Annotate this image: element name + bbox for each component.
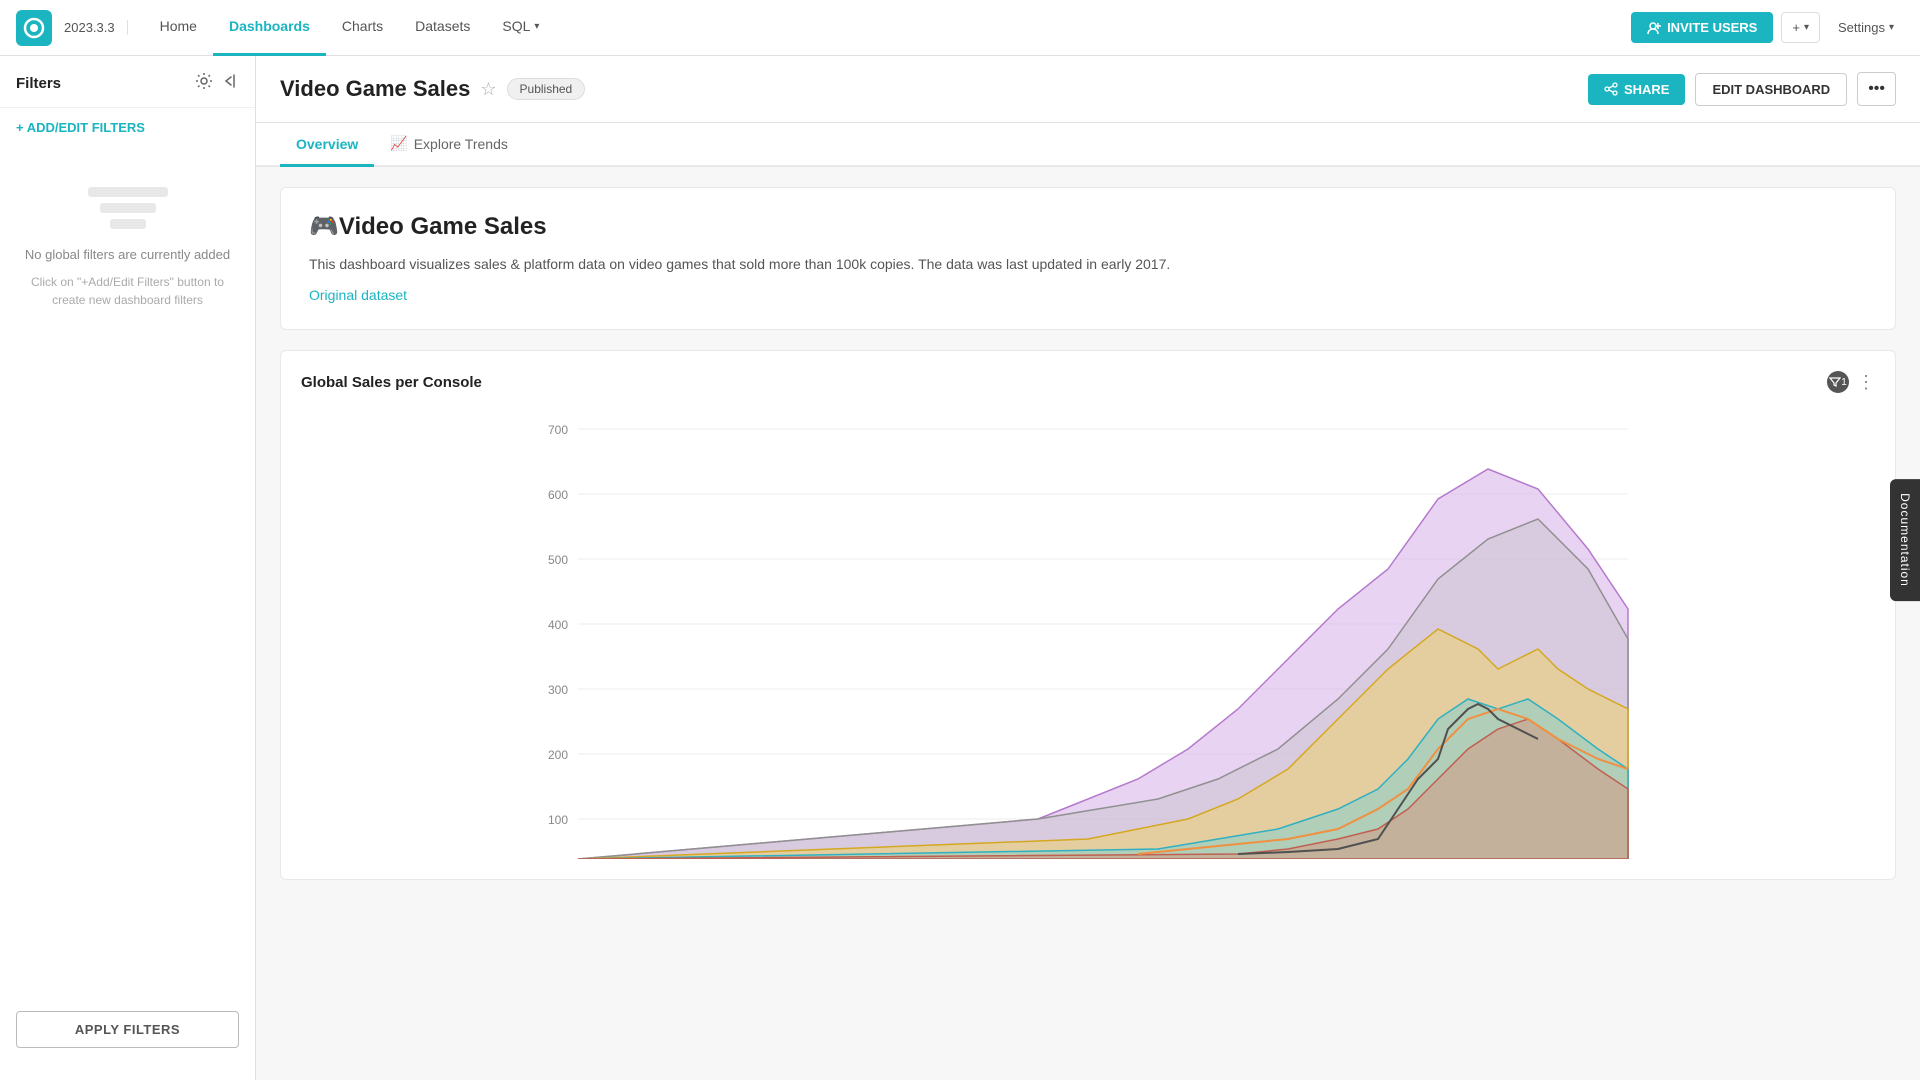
sidebar-settings-icon[interactable]: [195, 72, 213, 95]
sidebar-bottom: APPLY FILTERS: [0, 995, 255, 1064]
topnav: 2023.3.3 Home Dashboards Charts Datasets…: [0, 0, 1920, 56]
nav-datasets[interactable]: Datasets: [399, 0, 486, 56]
nav-items: Home Dashboards Charts Datasets SQL ▾: [144, 0, 1631, 56]
chart-filter-badge[interactable]: 1: [1827, 371, 1849, 393]
nav-charts[interactable]: Charts: [326, 0, 399, 56]
invite-users-button[interactable]: INVITE USERS: [1631, 12, 1773, 43]
share-icon: [1604, 82, 1618, 96]
info-card-desc: This dashboard visualizes sales & platfo…: [309, 253, 1867, 275]
dashboard-header: Video Game Sales ☆ Published SHARE EDIT …: [256, 56, 1920, 123]
svg-text:100: 100: [548, 813, 568, 827]
app-version: 2023.3.3: [60, 20, 128, 35]
sidebar: Filters + ADD/EDIT FILTERS: [0, 56, 256, 1080]
chart-more-button[interactable]: ⋮: [1857, 372, 1875, 393]
info-card-title: 🎮Video Game Sales: [309, 212, 1867, 241]
nav-right: INVITE USERS + ▾ Settings ▾: [1631, 12, 1904, 43]
filter-icon: [1829, 376, 1841, 388]
empty-bar-2: [100, 203, 156, 213]
dashboard-title: Video Game Sales: [280, 76, 470, 102]
chart-title: Global Sales per Console: [301, 374, 482, 391]
chart-actions: 1 ⋮: [1827, 371, 1875, 393]
favorite-star-icon[interactable]: ☆: [480, 79, 496, 100]
plus-chevron-icon: ▾: [1804, 22, 1809, 33]
sidebar-header: Filters: [0, 72, 255, 108]
settings-chevron-icon: ▾: [1889, 22, 1894, 33]
add-edit-filters-button[interactable]: + ADD/EDIT FILTERS: [0, 108, 255, 147]
nav-sql[interactable]: SQL ▾: [486, 0, 555, 56]
share-button[interactable]: SHARE: [1588, 74, 1686, 105]
apply-filters-button[interactable]: APPLY FILTERS: [16, 1011, 239, 1048]
dashboard-content: 🎮Video Game Sales This dashboard visuali…: [256, 167, 1920, 900]
sidebar-icons: [195, 72, 239, 95]
sidebar-collapse-icon[interactable]: [221, 72, 239, 95]
info-card: 🎮Video Game Sales This dashboard visuali…: [280, 187, 1896, 330]
svg-text:200: 200: [548, 748, 568, 762]
published-badge: Published: [507, 78, 586, 100]
tab-overview[interactable]: Overview: [280, 123, 374, 167]
brand-icon: [16, 10, 52, 46]
settings-button[interactable]: Settings ▾: [1828, 13, 1904, 42]
chart-card-header: Global Sales per Console 1 ⋮: [301, 371, 1875, 393]
nav-dashboards[interactable]: Dashboards: [213, 0, 326, 56]
invite-icon: [1647, 21, 1661, 35]
sidebar-empty-hint: Click on "+Add/Edit Filters" button to c…: [20, 273, 235, 309]
sidebar-empty-state: No global filters are currently added Cl…: [0, 147, 255, 591]
main-layout: Filters + ADD/EDIT FILTERS: [0, 56, 1920, 1080]
chart-card: Global Sales per Console 1 ⋮: [280, 350, 1896, 880]
empty-bar-3: [110, 219, 146, 229]
svg-text:400: 400: [548, 618, 568, 632]
brand-logo[interactable]: 2023.3.3: [16, 10, 128, 46]
original-dataset-link[interactable]: Original dataset: [309, 287, 407, 303]
svg-text:700: 700: [548, 423, 568, 437]
more-options-button[interactable]: •••: [1857, 72, 1896, 106]
svg-text:600: 600: [548, 488, 568, 502]
documentation-tab[interactable]: Documentation: [1890, 479, 1920, 601]
svg-text:500: 500: [548, 553, 568, 567]
chart-area: 700 600 500 400 300 200 100: [301, 409, 1875, 859]
sidebar-empty-text: No global filters are currently added: [25, 245, 230, 265]
explore-trends-icon: 📈: [390, 135, 407, 152]
dashboard-title-row: Video Game Sales ☆ Published: [280, 76, 585, 102]
content-area: Video Game Sales ☆ Published SHARE EDIT …: [256, 56, 1920, 1080]
empty-state-icon: [88, 187, 168, 229]
sidebar-title: Filters: [16, 75, 61, 92]
chart-svg: 700 600 500 400 300 200 100: [301, 409, 1875, 859]
dashboard-actions: SHARE EDIT DASHBOARD •••: [1588, 72, 1896, 106]
svg-text:300: 300: [548, 683, 568, 697]
empty-bar-1: [88, 187, 168, 197]
sql-chevron-icon: ▾: [534, 21, 539, 32]
tab-explore-trends[interactable]: 📈 Explore Trends: [374, 123, 524, 167]
nav-home[interactable]: Home: [144, 0, 213, 56]
add-button[interactable]: + ▾: [1781, 12, 1820, 43]
tabs-row: Overview 📈 Explore Trends: [256, 123, 1920, 167]
edit-dashboard-button[interactable]: EDIT DASHBOARD: [1695, 73, 1847, 106]
